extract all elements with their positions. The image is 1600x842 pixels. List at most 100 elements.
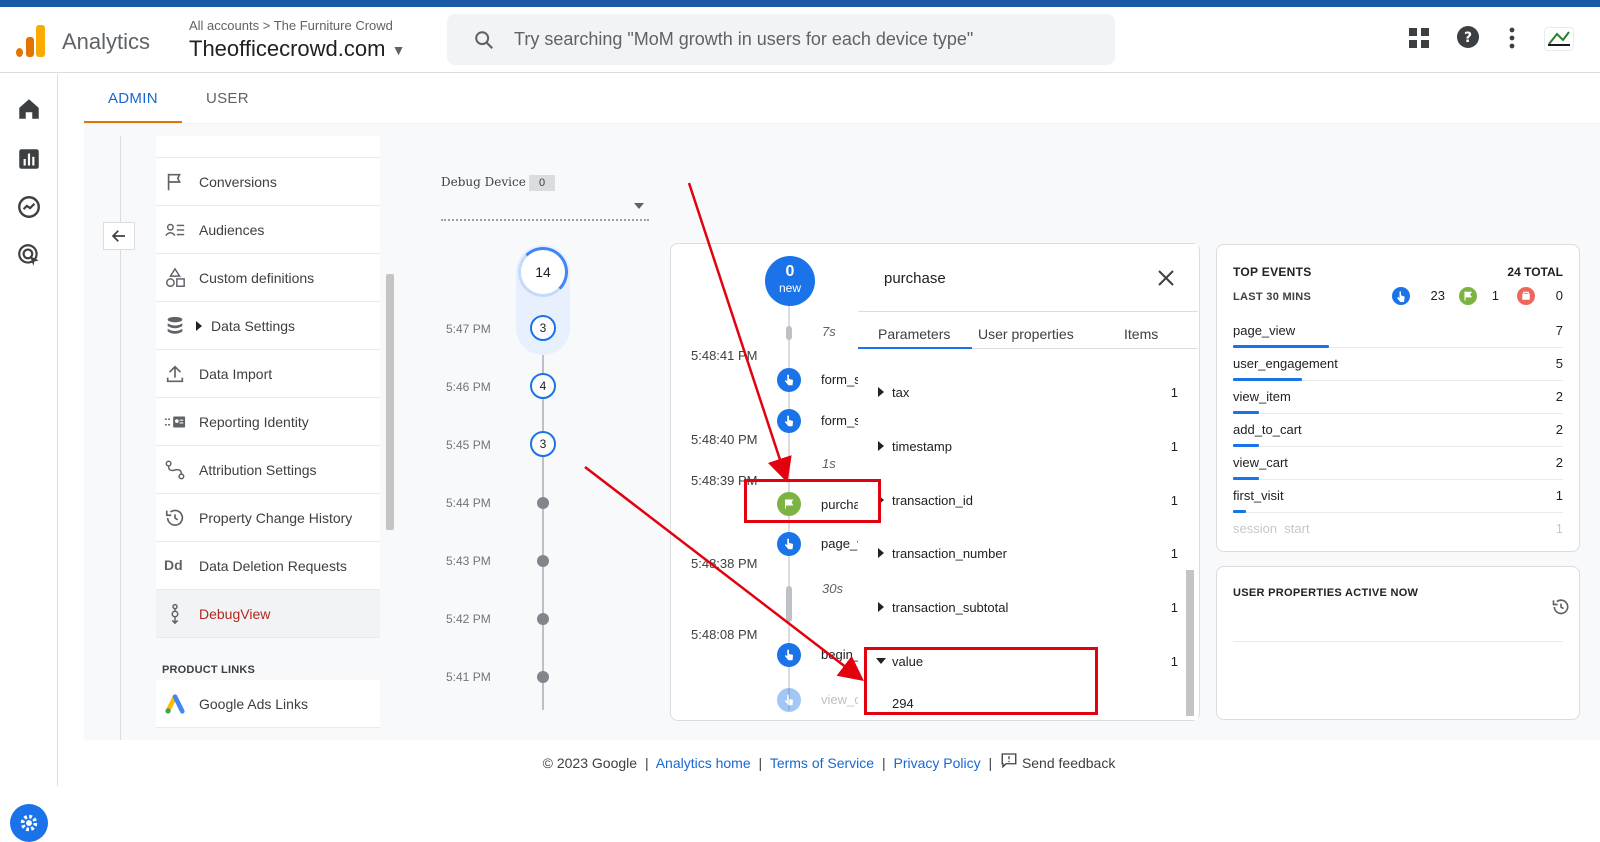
menu-label: Custom definitions — [199, 270, 315, 286]
minute-dot[interactable] — [537, 671, 549, 683]
stream-event-label[interactable]: page_v — [821, 536, 859, 551]
minute-dot[interactable] — [537, 497, 549, 509]
top-event-row[interactable]: first_visit 1 — [1233, 480, 1563, 513]
param-row[interactable]: timestamp 1 — [858, 420, 1188, 474]
feedback-icon[interactable] — [1000, 741, 1018, 787]
arrow-left-icon — [111, 230, 125, 242]
top-event-row[interactable]: page_view 7 — [1233, 315, 1563, 348]
advertising-icon[interactable] — [16, 242, 42, 268]
minute-dot[interactable] — [537, 613, 549, 625]
search-bar[interactable]: Try searching "MoM growth in users for e… — [447, 14, 1115, 65]
top-event-row[interactable]: session_start 1 — [1233, 513, 1563, 533]
param-row[interactable]: transaction_id 1 — [858, 474, 1188, 528]
apps-grid-icon[interactable] — [1408, 27, 1430, 49]
menu-item-debugview[interactable]: DebugView — [156, 590, 380, 638]
top-event-row[interactable]: add_to_cart 2 — [1233, 414, 1563, 447]
seconds-counter[interactable]: 14 — [518, 247, 568, 297]
analytics-logo-icon[interactable] — [16, 25, 46, 57]
param-row[interactable]: transaction_subtotal 1 — [858, 581, 1188, 635]
event-touch-icon[interactable] — [777, 688, 801, 712]
minute-count[interactable]: 3 — [530, 431, 556, 457]
footer-terms-link[interactable]: Terms of Service — [770, 755, 874, 771]
stream-event-label[interactable]: begin_ — [821, 647, 859, 662]
event-touch-icon[interactable] — [777, 532, 801, 556]
tab-parameters[interactable]: Parameters — [878, 326, 950, 342]
admin-gear-button[interactable] — [10, 804, 48, 842]
reports-icon[interactable] — [16, 146, 42, 172]
stream-event-label[interactable]: form_s — [821, 372, 859, 387]
minute-row[interactable]: 5:41 PM — [430, 670, 580, 698]
top-event-row[interactable]: view_item 2 — [1233, 381, 1563, 414]
expand-arrow-icon[interactable] — [878, 441, 884, 451]
tab-user[interactable]: USER — [206, 90, 249, 107]
minute-count[interactable]: 3 — [530, 315, 556, 341]
breadcrumb-all-accounts[interactable]: All accounts — [189, 18, 259, 33]
menu-item-google-ads-links[interactable]: Google Ads Links — [156, 680, 380, 728]
menu-item-data-import[interactable]: Data Import — [156, 350, 380, 398]
minute-row[interactable]: 5:43 PM — [430, 554, 580, 582]
close-icon[interactable] — [1156, 268, 1176, 288]
back-button[interactable] — [103, 222, 135, 250]
footer-privacy-link[interactable]: Privacy Policy — [893, 755, 980, 771]
new-events-badge[interactable]: 0 new — [765, 256, 815, 306]
expand-arrow-icon[interactable] — [196, 321, 202, 331]
flag-icon — [167, 173, 181, 191]
footer-analytics-home-link[interactable]: Analytics home — [656, 755, 751, 771]
minute-dot[interactable] — [537, 555, 549, 567]
stream-time: 5:48:08 PM — [691, 627, 758, 642]
search-placeholder: Try searching "MoM growth in users for e… — [514, 29, 974, 49]
breadcrumb[interactable]: All accounts > The Furniture Crowd — [189, 18, 393, 33]
footer-send-feedback[interactable]: Send feedback — [1022, 755, 1115, 771]
tab-items[interactable]: Items — [1124, 326, 1158, 342]
stream-event-label[interactable]: view_c — [821, 692, 859, 707]
menu-item-data-deletion-requests[interactable]: Dd Data Deletion Requests — [156, 542, 380, 590]
expand-arrow-icon[interactable] — [878, 387, 884, 397]
minute-row[interactable]: 5:46 PM 4 — [430, 373, 580, 401]
top-events-period: LAST 30 MINS — [1233, 291, 1312, 303]
event-touch-icon[interactable] — [777, 409, 801, 433]
home-icon[interactable] — [16, 96, 42, 122]
caret-down-icon[interactable] — [634, 203, 644, 209]
event-touch-icon[interactable] — [777, 368, 801, 392]
menu-item-conversions[interactable]: Conversions — [156, 158, 380, 206]
param-row[interactable]: tax 1 — [858, 366, 1188, 420]
stream-event-label[interactable]: form_s — [821, 413, 859, 428]
history-icon[interactable] — [1551, 597, 1571, 617]
more-vert-icon[interactable] — [1508, 27, 1516, 49]
badge-events-count: 23 — [1430, 288, 1445, 303]
menu-item-data-settings[interactable]: Data Settings — [156, 302, 380, 350]
property-selector[interactable]: Theofficecrowd.com ▼ — [189, 36, 405, 62]
minute-row[interactable]: 5:45 PM 3 — [430, 431, 580, 459]
audiences-icon — [165, 223, 185, 236]
error-icon — [1517, 287, 1535, 305]
menu-item-custom-definitions[interactable]: Custom definitions — [156, 254, 380, 302]
minute-row[interactable]: 5:44 PM — [430, 496, 580, 524]
minute-count[interactable]: 4 — [530, 373, 556, 399]
debug-device-select[interactable] — [441, 219, 649, 221]
account-avatar[interactable] — [1544, 27, 1574, 51]
badge-errors-count: 0 — [1555, 288, 1563, 303]
minute-row[interactable]: 5:42 PM — [430, 612, 580, 640]
breadcrumb-account[interactable]: The Furniture Crowd — [274, 18, 393, 33]
tab-user-properties[interactable]: User properties — [978, 326, 1074, 342]
admin-user-tabs: ADMIN USER — [84, 74, 1600, 124]
top-event-row[interactable]: user_engagement 5 — [1233, 348, 1563, 381]
minute-time: 5:41 PM — [446, 670, 491, 684]
param-row[interactable]: transaction_number 1 — [858, 527, 1188, 581]
menu-item-reporting-identity[interactable]: Reporting Identity — [156, 398, 380, 446]
event-touch-icon[interactable] — [777, 643, 801, 667]
menu-item-property-change-history[interactable]: Property Change History — [156, 494, 380, 542]
menu-label: DebugView — [199, 606, 271, 622]
param-count: 1 — [1170, 546, 1178, 561]
help-icon[interactable]: ? — [1456, 25, 1480, 49]
explore-icon[interactable] — [16, 194, 42, 220]
expand-arrow-icon[interactable] — [878, 602, 884, 612]
detail-scrollbar[interactable] — [1186, 570, 1194, 716]
menu-item-attribution-settings[interactable]: Attribution Settings — [156, 446, 380, 494]
tab-admin[interactable]: ADMIN — [108, 90, 158, 107]
menu-item-audiences[interactable]: Audiences — [156, 206, 380, 254]
top-event-row[interactable]: view_cart 2 — [1233, 447, 1563, 480]
minute-row[interactable]: 5:47 PM 3 — [430, 315, 580, 343]
expand-arrow-icon[interactable] — [878, 548, 884, 558]
menu-scrollbar[interactable] — [386, 274, 394, 530]
